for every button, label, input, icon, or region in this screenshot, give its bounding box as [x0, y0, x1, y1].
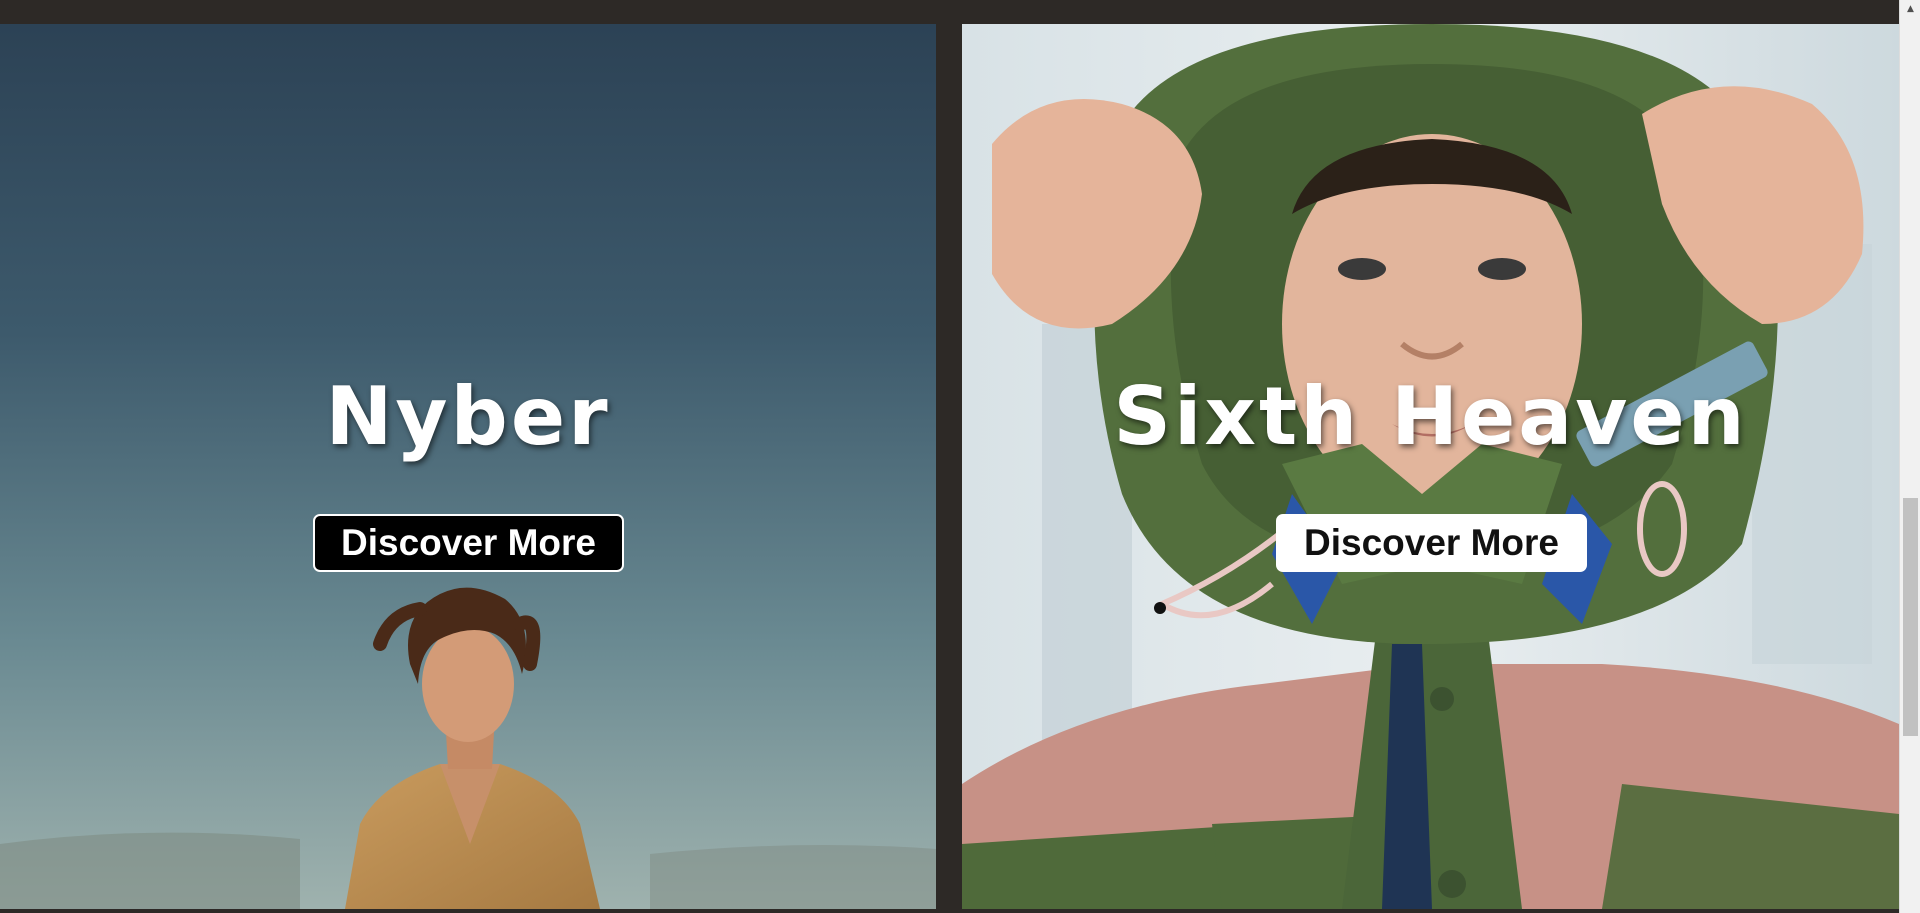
vertical-scrollbar[interactable]: ▲ — [1899, 0, 1920, 913]
nyber-hero-photo — [0, 24, 936, 909]
scrollbar-thumb[interactable] — [1903, 498, 1918, 736]
brand-title-sixth-heaven: Sixth Heaven — [1113, 370, 1748, 463]
brand-title-nyber: Nyber — [325, 370, 611, 463]
sixth-heaven-hero-photo — [962, 24, 1899, 909]
scroll-up-arrow-icon[interactable]: ▲ — [1900, 0, 1920, 17]
brand-panel-nyber[interactable]: Nyber Discover More — [0, 24, 936, 909]
discover-more-button-sixth-heaven[interactable]: Discover More — [1276, 514, 1587, 572]
brand-panel-sixth-heaven[interactable]: Sixth Heaven Discover More — [962, 24, 1899, 909]
brand-showcase-page: Nyber Discover More Sixth Heaven Discove… — [0, 0, 1899, 913]
discover-more-button-nyber[interactable]: Discover More — [313, 514, 624, 572]
